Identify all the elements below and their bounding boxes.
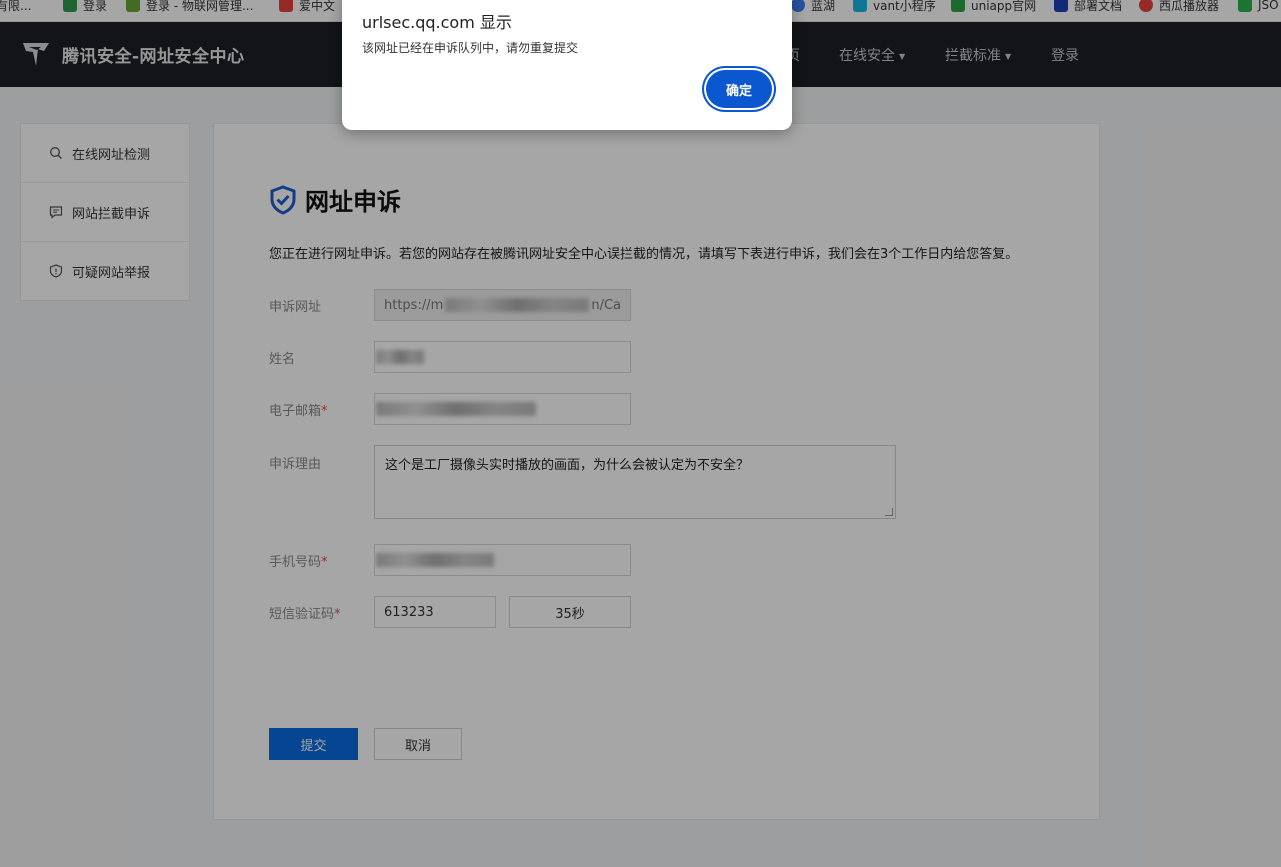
alert-dialog: urlsec.qq.com 显示 该网址已经在申诉队列中，请勿重复提交 确定 (342, 0, 792, 130)
modal-overlay (0, 0, 1281, 867)
dialog-ok-button[interactable]: 确定 (706, 70, 772, 108)
dialog-message: 该网址已经在申诉队列中，请勿重复提交 (362, 41, 579, 55)
dialog-title: urlsec.qq.com 显示 (362, 13, 512, 32)
